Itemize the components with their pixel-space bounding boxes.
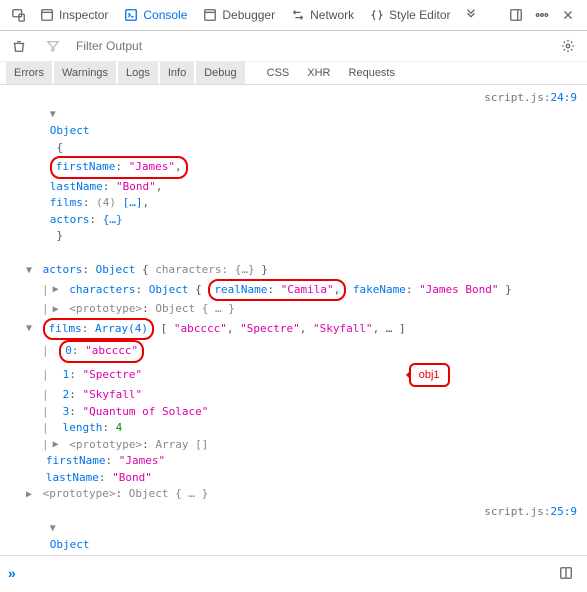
console-input[interactable]	[22, 567, 553, 580]
tab-styleeditor-label: Style Editor	[389, 8, 450, 22]
tab-console-label: Console	[143, 8, 187, 22]
annotation-obj1: obj1	[409, 363, 450, 388]
filter-requests[interactable]: Requests	[341, 62, 403, 84]
tab-network-label: Network	[310, 8, 354, 22]
array-item-0: | 0: "abcccc"	[2, 340, 585, 363]
tab-debugger[interactable]: Debugger	[195, 4, 283, 26]
filter-logs[interactable]: Logs	[118, 62, 158, 84]
more-options-icon[interactable]	[529, 4, 555, 26]
expand-arrow-icon[interactable]: ▶	[53, 437, 63, 452]
source-link[interactable]: script.js:25:9	[476, 504, 577, 556]
filter-icon[interactable]	[40, 35, 66, 57]
tab-network[interactable]: Network	[283, 4, 362, 26]
object-prop-prototype: |▶ <prototype>: Array []	[2, 437, 585, 454]
expand-arrow-icon[interactable]: ▶	[26, 487, 36, 502]
array-item-1: |1: "Spectre" obj1	[2, 363, 585, 388]
more-tabs-chevron-icon[interactable]	[458, 4, 484, 26]
array-item-3: |3: "Quantum of Solace"	[2, 404, 585, 421]
filter-errors[interactable]: Errors	[6, 62, 52, 84]
dock-side-icon[interactable]	[503, 4, 529, 26]
tab-inspector-label: Inspector	[59, 8, 108, 22]
array-item-2: |2: "Skyfall"	[2, 387, 585, 404]
expand-arrow-icon[interactable]: ▼	[26, 321, 36, 336]
object-prop-prototype: ▶ <prototype>: Object { … }	[2, 486, 585, 503]
responsive-design-icon[interactable]	[6, 4, 32, 26]
tab-inspector[interactable]: Inspector	[32, 4, 116, 26]
array-length: |length: 4	[2, 420, 585, 437]
source-link[interactable]: script.js:24:9	[476, 90, 577, 261]
devtools-tabbar: Inspector Console Debugger Network Style…	[0, 0, 587, 31]
tab-console[interactable]: Console	[116, 4, 195, 26]
object-prop-actors: ▼ actors: Object { characters: {…} }	[2, 262, 585, 279]
console-filter-row	[0, 31, 587, 62]
close-devtools-icon[interactable]	[555, 4, 581, 26]
filter-css[interactable]: CSS	[259, 62, 298, 84]
clear-console-icon[interactable]	[6, 35, 32, 57]
settings-gear-icon[interactable]	[555, 35, 581, 57]
expand-arrow-icon[interactable]: ▶	[53, 282, 63, 297]
object-prop-firstName: firstName: "James"	[2, 453, 585, 470]
object-prop-films: ▼ films: Array(4) [ "abcccc", "Spectre",…	[2, 318, 585, 341]
filter-xhr[interactable]: XHR	[299, 62, 338, 84]
highlight-firstName: firstName: "James",	[50, 156, 188, 179]
expand-arrow-icon[interactable]: ▼	[50, 521, 60, 536]
filter-input[interactable]	[74, 37, 547, 55]
highlight-films: films: Array(4)	[43, 318, 154, 341]
object-label[interactable]: Object	[50, 124, 90, 137]
expand-arrow-icon[interactable]: ▶	[53, 302, 63, 317]
console-output: ▼ Object { firstName: "James", lastName:…	[0, 85, 587, 555]
prompt-chevron-icon: »	[8, 565, 16, 581]
object-prop-lastName: lastName: "Bond"	[2, 470, 585, 487]
expand-arrow-icon[interactable]: ▼	[26, 263, 36, 278]
tab-debugger-label: Debugger	[222, 8, 275, 22]
object-prop-prototype: |▶ <prototype>: Object { … }	[2, 301, 585, 318]
filter-warnings[interactable]: Warnings	[54, 62, 116, 84]
console-filter-tabs: Errors Warnings Logs Info Debug CSS XHR …	[0, 62, 587, 85]
filter-debug[interactable]: Debug	[196, 62, 244, 84]
filter-info[interactable]: Info	[160, 62, 194, 84]
console-log-row: ▼ Object { firstName: "James", lastName:…	[2, 89, 585, 262]
object-label[interactable]: Object	[50, 538, 90, 551]
object-prop-characters: |▶ characters: Object { realName: "Camil…	[2, 279, 585, 302]
highlight-realName: realName: "Camila",	[208, 279, 346, 302]
expand-arrow-icon[interactable]: ▼	[50, 107, 60, 122]
console-prompt: »	[0, 555, 587, 590]
tab-styleeditor[interactable]: Style Editor	[362, 4, 458, 26]
highlight-item0: 0: "abcccc"	[59, 340, 144, 363]
split-console-icon[interactable]	[553, 562, 579, 584]
console-log-row: ▼ Object { firstName: "Camila", lastName…	[2, 503, 585, 556]
